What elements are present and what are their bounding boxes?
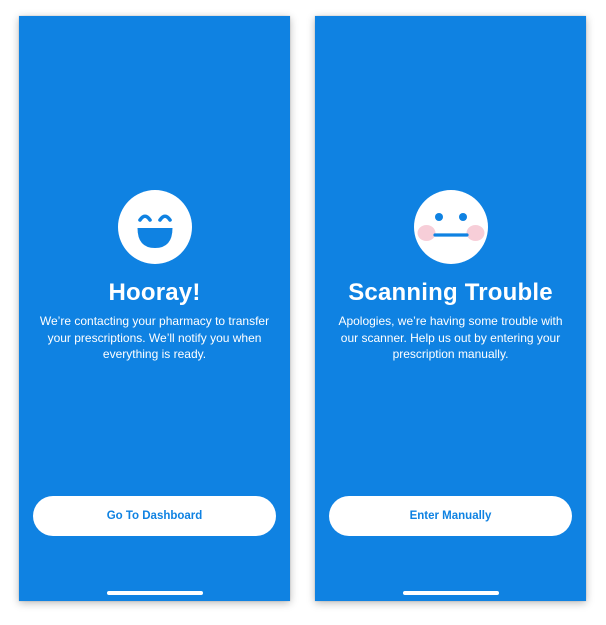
neutral-blushing-face-icon <box>413 190 488 264</box>
home-indicator[interactable] <box>106 591 203 595</box>
success-screen: Hooray! We’re contacting your pharmacy t… <box>19 16 290 601</box>
enter-manually-button[interactable]: Enter Manually <box>329 496 572 536</box>
screen-title: Scanning Trouble <box>348 279 553 306</box>
home-indicator[interactable] <box>402 591 499 595</box>
scanning-trouble-screen: Scanning Trouble Apologies, we’re having… <box>315 16 586 601</box>
screen-title: Hooray! <box>108 279 201 306</box>
screen-message: Apologies, we’re having some trouble wit… <box>338 314 563 361</box>
laughing-face-icon <box>117 190 192 264</box>
go-to-dashboard-button[interactable]: Go To Dashboard <box>33 496 276 536</box>
screen-message: We’re contacting your pharmacy to transf… <box>39 314 270 361</box>
